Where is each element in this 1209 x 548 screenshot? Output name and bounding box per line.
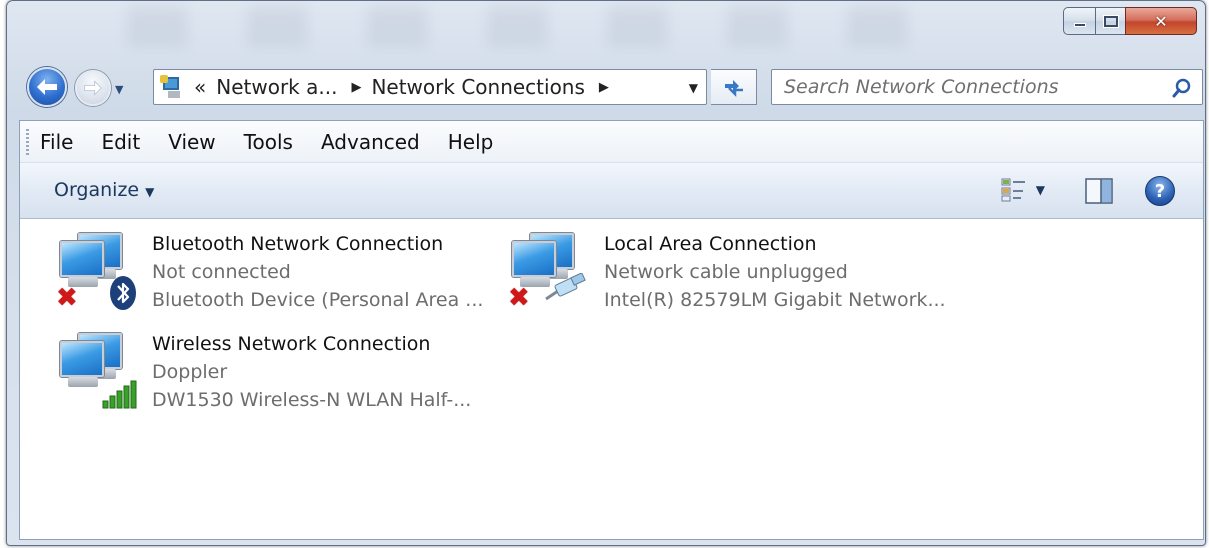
network-computers-icon [56, 331, 137, 411]
close-icon: ✕ [1154, 11, 1168, 31]
connection-status: Doppler [152, 361, 228, 383]
menu-bar: File Edit View Tools Advanced Help [20, 121, 1203, 163]
close-button[interactable]: ✕ [1125, 7, 1197, 35]
caption-buttons: ✕ [1063, 7, 1197, 35]
chevron-down-icon[interactable]: ▼ [1036, 183, 1045, 197]
forward-button[interactable] [75, 70, 111, 106]
breadcrumb-separator-icon[interactable]: ▶ [351, 80, 361, 95]
connection-device: Bluetooth Device (Personal Area ... [152, 289, 484, 311]
breadcrumb-network-and-internet[interactable]: Network a... [216, 75, 337, 99]
network-computers-icon: ✖ [508, 231, 588, 311]
connection-name: Local Area Connection [604, 233, 817, 255]
ethernet-cable-icon [545, 273, 586, 301]
connection-status: Not connected [152, 261, 291, 283]
search-box[interactable] [771, 69, 1203, 105]
connection-status: Network cable unplugged [604, 261, 848, 283]
window-frame: ✕ ▼ « Network a... ▶ Network Connections… [6, 0, 1206, 546]
address-bar[interactable]: « Network a... ▶ Network Connections ▶ ▼ [153, 69, 707, 105]
arrow-right-icon [84, 80, 102, 96]
menu-view[interactable]: View [168, 130, 215, 154]
organize-button[interactable]: Organize ▼ [54, 179, 154, 201]
network-folder-icon [160, 75, 184, 99]
organize-label: Organize [54, 179, 140, 201]
bluetooth-icon [110, 276, 136, 310]
maximize-icon [1103, 15, 1118, 27]
minimize-icon [1073, 23, 1086, 27]
arrow-left-icon [37, 79, 57, 95]
help-button[interactable]: ? [1145, 176, 1175, 206]
recent-pages-dropdown[interactable]: ▼ [115, 83, 123, 96]
address-dropdown-icon[interactable]: ▼ [689, 81, 698, 95]
connection-device: DW1530 Wireless-N WLAN Half-... [152, 389, 472, 411]
search-input[interactable] [784, 76, 1164, 98]
disconnected-x-icon: ✖ [508, 283, 530, 313]
command-bar: Organize ▼ ▼ ? [20, 163, 1203, 219]
menu-tools[interactable]: Tools [244, 130, 293, 154]
disconnected-x-icon: ✖ [56, 283, 78, 313]
list-item-local-area-connection[interactable]: ✖ Local Area Connection Network cable un… [490, 219, 946, 311]
minimize-button[interactable] [1063, 7, 1095, 35]
maximize-button[interactable] [1095, 7, 1125, 35]
menu-edit[interactable]: Edit [101, 130, 140, 154]
content-pane: File Edit View Tools Advanced Help Organ… [19, 120, 1204, 540]
signal-strength-icon [102, 380, 137, 409]
breadcrumb-overflow[interactable]: « [194, 75, 206, 99]
list-item-bluetooth-connection[interactable]: ✖ Bluetooth Network Connection Not conne… [38, 219, 483, 311]
search-icon[interactable] [1172, 78, 1192, 98]
refresh-icon [724, 80, 743, 98]
breadcrumb-separator-icon[interactable]: ▶ [599, 80, 609, 95]
chevron-down-icon: ▼ [145, 185, 155, 199]
connection-name: Wireless Network Connection [152, 333, 431, 355]
menu-help[interactable]: Help [448, 130, 494, 154]
view-details-icon [1001, 178, 1025, 202]
help-icon: ? [1154, 180, 1166, 202]
preview-pane-icon [1085, 178, 1113, 204]
connection-device: Intel(R) 82579LM Gigabit Network... [604, 289, 946, 311]
connections-list: ✖ Bluetooth Network Connection Not conne… [20, 219, 1203, 519]
connection-name: Bluetooth Network Connection [152, 233, 444, 255]
navigation-bar: ▼ « Network a... ▶ Network Connections ▶… [19, 65, 1203, 109]
menu-advanced[interactable]: Advanced [321, 130, 420, 154]
list-item-wireless-connection[interactable]: Wireless Network Connection Doppler DW15… [38, 319, 478, 411]
menu-file[interactable]: File [40, 130, 73, 154]
preview-pane-button[interactable] [1085, 178, 1113, 208]
back-button[interactable] [27, 67, 67, 107]
breadcrumb-network-connections[interactable]: Network Connections [371, 75, 584, 99]
refresh-button[interactable] [711, 69, 757, 105]
change-view-button[interactable]: ▼ [1000, 177, 1045, 203]
network-computers-icon: ✖ [56, 231, 136, 311]
